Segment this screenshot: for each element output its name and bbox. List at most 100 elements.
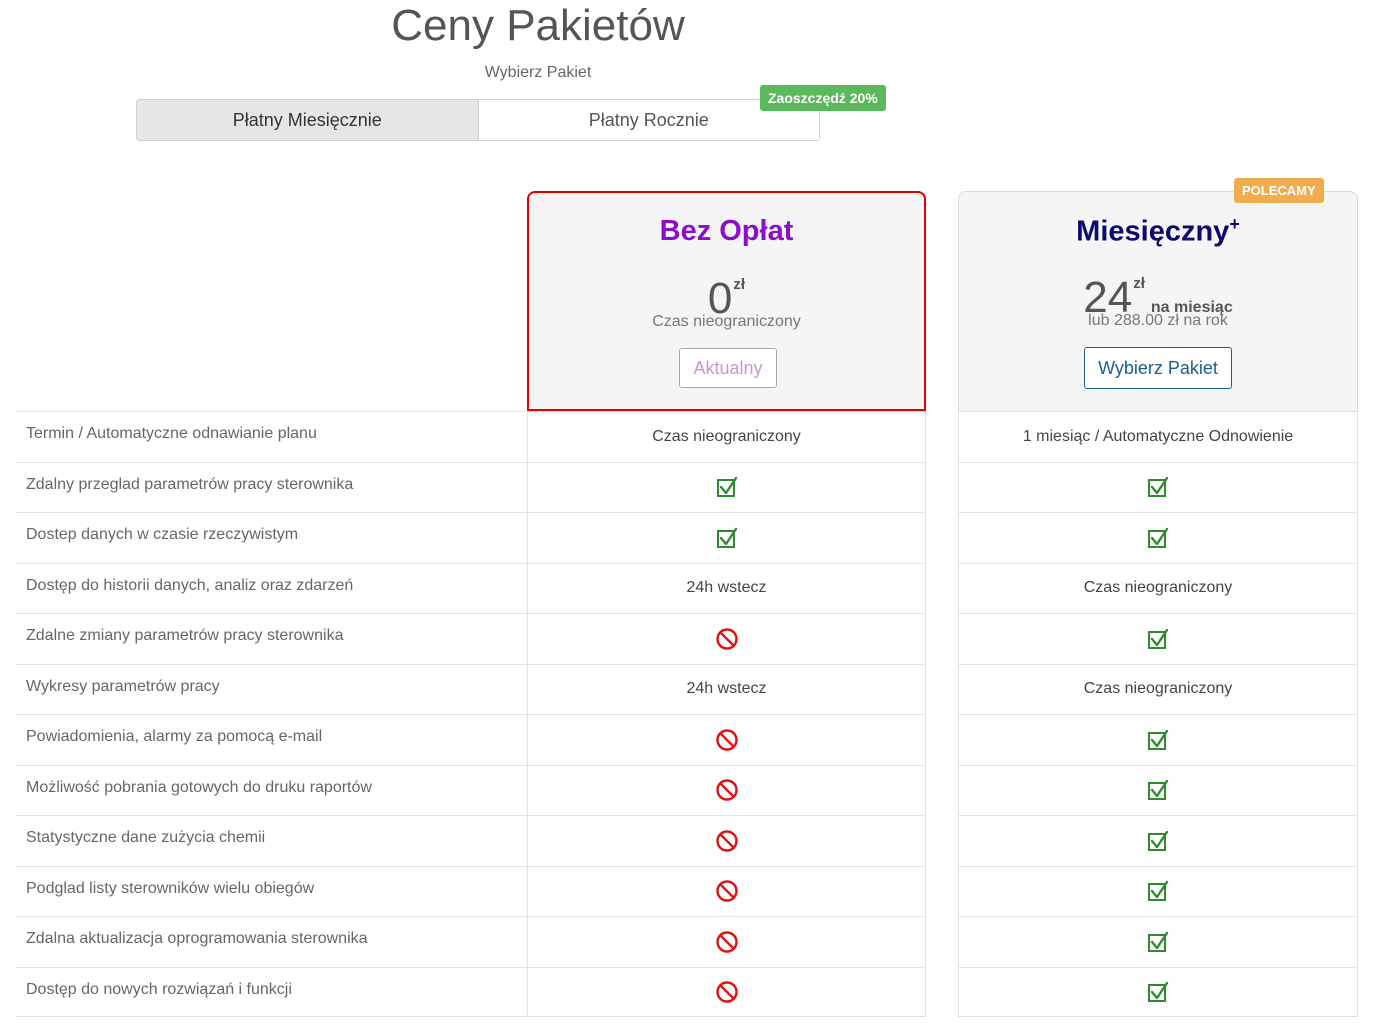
feature-row: Dostęp do historii danych, analiz oraz z… (16, 562, 1358, 614)
feature-row: Zdalne zmiany parametrów pracy sterownik… (16, 613, 1358, 665)
feature-cell-monthly (958, 765, 1358, 815)
price-currency: zł (733, 276, 746, 293)
check-square-icon (1147, 729, 1169, 751)
forbidden-icon (715, 829, 739, 853)
current-plan-button[interactable]: Aktualny (679, 348, 777, 388)
feature-cell-free: 24h wstecz (527, 563, 926, 613)
billing-toggle: Płatny Miesięcznie Płatny Rocznie (136, 99, 820, 141)
feature-label: Dostęp do historii danych, analiz oraz z… (26, 576, 354, 594)
forbidden-icon (715, 980, 739, 1004)
feature-cell-monthly: Czas nieograniczony (958, 563, 1358, 613)
feature-row: Zdalna aktualizacja oprogramowania stero… (16, 916, 1358, 968)
check-square-icon (1147, 931, 1169, 953)
feature-label: Dostep danych w czasie rzeczywistym (26, 526, 299, 543)
feature-label: Wykresy parametrów pracy (26, 677, 220, 695)
feature-label: Dostęp do nowych rozwiązań i funkcji (26, 980, 292, 998)
feature-cell-monthly (958, 816, 1358, 866)
price-currency: zł (1133, 275, 1145, 292)
feature-cell-monthly: Czas nieograniczony (958, 664, 1358, 714)
column-gap (926, 512, 958, 564)
feature-value: Czas nieograniczony (1083, 680, 1233, 698)
feature-label: Możliwość pobrania gotowych do druku rap… (26, 778, 372, 796)
feature-cell-free (527, 967, 926, 1016)
feature-cell-free (527, 715, 926, 765)
plan-name-text: Miesięczny (1076, 215, 1230, 248)
check-square-icon (1147, 880, 1169, 902)
feature-cell-monthly (958, 866, 1358, 916)
forbidden-icon (715, 627, 739, 651)
billing-monthly-button[interactable]: Płatny Miesięcznie (137, 100, 478, 140)
check-square-icon (1147, 476, 1169, 498)
feature-cell-monthly (958, 513, 1358, 563)
forbidden-icon (715, 778, 739, 802)
feature-row: Wykresy parametrów pracy 24h wstecz Czas n… (16, 663, 1358, 715)
column-gap (926, 613, 958, 665)
feature-label: Zdalne zmiany parametrów pracy sterownik… (26, 627, 344, 644)
features-table: Termin / Automatyczne odnawianie planu Cz… (16, 411, 1358, 1017)
recommended-badge: POLECAMY (1234, 178, 1324, 203)
feature-value: 1 miesiąc / Automatyczne Odnowienie (1022, 427, 1294, 445)
feature-label: Statystyczne dane zużycia chemii (26, 829, 266, 846)
column-gap (926, 562, 958, 614)
feature-label: Termin / Automatyczne odnawianie planu (26, 425, 317, 442)
feature-label: Zdalny przeglad parametrów pracy sterown… (26, 475, 354, 493)
check-square-icon (1147, 527, 1169, 549)
check-square-icon (1147, 779, 1169, 801)
feature-value: Czas nieograniczony (1083, 579, 1233, 597)
feature-cell-free: 24h wstecz (527, 664, 926, 714)
feature-cell-monthly (958, 917, 1358, 967)
feature-label: Podglad listy sterowników wielu obiegów (26, 879, 315, 897)
choose-plan-button[interactable]: Wybierz Pakiet (1084, 347, 1232, 389)
column-gap (926, 865, 958, 917)
feature-row: Termin / Automatyczne odnawianie planu Cz… (16, 411, 1358, 463)
check-square-icon (1147, 981, 1169, 1003)
column-gap (926, 916, 958, 968)
feature-label: Zdalna aktualizacja oprogramowania stero… (26, 930, 368, 947)
feature-value: 24h wstecz (686, 579, 767, 597)
feature-row: Powiadomienia, alarmy za pomocą e-mail (16, 714, 1358, 766)
column-gap (926, 966, 958, 1017)
feature-row: Zdalny przeglad parametrów pracy sterown… (16, 461, 1358, 513)
plan-card-free: Bez Opłat 0zł Czas nieograniczony Aktual… (527, 191, 926, 411)
check-square-icon (716, 476, 738, 498)
feature-value: Czas nieograniczony (652, 427, 801, 445)
page-title: Ceny Pakietów (391, 1, 685, 50)
feature-cell-free (527, 816, 926, 866)
feature-cell-monthly (958, 967, 1358, 1016)
page-subtitle: Wybierz Pakiet (484, 64, 592, 81)
feature-label: Powiadomienia, alarmy za pomocą e-mail (26, 728, 323, 745)
feature-cell-monthly (958, 462, 1358, 512)
column-gap (926, 461, 958, 513)
price-note: lub 288.00 zł na rok (1088, 312, 1228, 329)
feature-row: Podglad listy sterowników wielu obiegów (16, 865, 1358, 917)
column-gap (926, 663, 958, 715)
feature-cell-free (527, 917, 926, 967)
forbidden-icon (715, 879, 739, 903)
feature-row: Dostęp do nowych rozwiązań i funkcji (16, 966, 1358, 1017)
plan-name: Miesięczny+ (959, 214, 1357, 249)
feature-cell-free (527, 765, 926, 815)
feature-cell-free (527, 614, 926, 664)
check-square-icon (716, 527, 738, 549)
forbidden-icon (715, 728, 739, 752)
feature-cell-free: Czas nieograniczony (527, 412, 926, 462)
column-gap (926, 815, 958, 867)
forbidden-icon (715, 930, 739, 954)
column-gap (926, 764, 958, 816)
plan-name-suffix: + (1229, 214, 1240, 234)
feature-cell-free (527, 462, 926, 512)
price-note: Czas nieograniczony (652, 313, 801, 330)
feature-row: Statystyczne dane zużycia chemii (16, 815, 1358, 867)
column-gap (926, 411, 958, 463)
plan-name: Bez Opłat (659, 215, 794, 247)
feature-value: 24h wstecz (686, 680, 767, 698)
column-gap (926, 714, 958, 766)
feature-cell-monthly (958, 614, 1358, 664)
plan-card-monthly: Miesięczny+ 24złna miesiąc lub 288.00 zł… (958, 191, 1358, 411)
feature-cell-monthly (958, 715, 1358, 765)
feature-cell-free (527, 866, 926, 916)
feature-cell-free (527, 513, 926, 563)
check-square-icon (1147, 628, 1169, 650)
feature-cell-monthly: 1 miesiąc / Automatyczne Odnowienie (958, 412, 1358, 462)
save-badge: Zaoszczędź 20% (760, 85, 886, 111)
